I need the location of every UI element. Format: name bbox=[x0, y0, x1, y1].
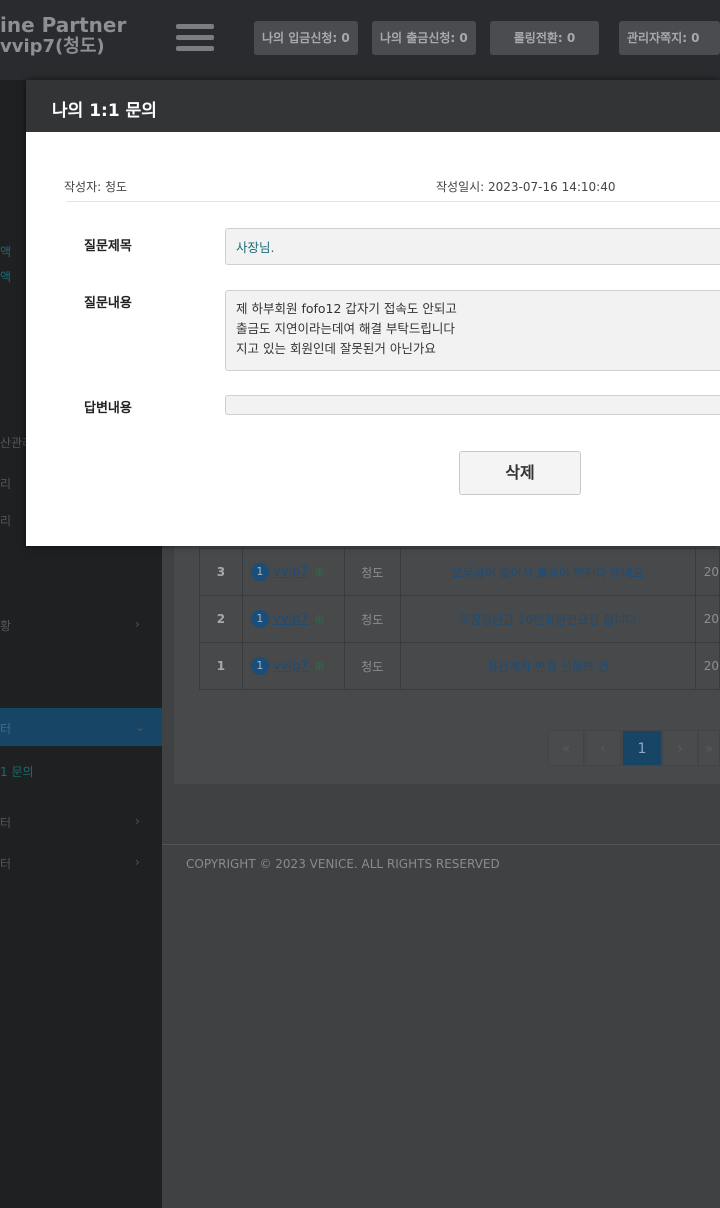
row-number: 3 bbox=[199, 548, 243, 596]
row-number: 1 bbox=[199, 642, 243, 690]
user-link[interactable]: vvip7 bbox=[273, 612, 309, 627]
menu-icon[interactable] bbox=[176, 24, 214, 52]
sidebar-item-inquiry[interactable]: 1 문의 bbox=[0, 763, 34, 780]
modal-title: 나의 1:1 문의 bbox=[52, 101, 157, 121]
pager-prev-button[interactable]: ‹ bbox=[585, 730, 621, 766]
content-field[interactable]: 제 하부회원 fofo12 갑자기 접속도 안되고 출금도 지연이라는데여 해결… bbox=[225, 290, 720, 371]
sidebar-item[interactable]: 터 bbox=[0, 814, 11, 831]
pager-next-button[interactable]: › bbox=[662, 730, 698, 766]
brand-user: vvip7(청도) bbox=[0, 36, 105, 57]
user-link[interactable]: vvip7 bbox=[273, 659, 309, 674]
chevron-right-icon: › bbox=[135, 617, 140, 631]
inquiry-date: 20 bbox=[694, 642, 720, 690]
chevron-right-icon: › bbox=[135, 814, 140, 828]
chevron-right-icon: › bbox=[135, 855, 140, 869]
table-row[interactable]: 2 1 vvip7 ⊕ 청도 죽장정산금 10만워환전요청 합니다 20 bbox=[199, 595, 720, 643]
delete-button[interactable]: 삭제 bbox=[459, 451, 581, 495]
my-deposit-request-button[interactable]: 나의 입금신청: 0 bbox=[254, 21, 358, 55]
inquiry-table: 3 1 vvip7 ⊕ 청도 보유금이 없어서 출금이 안된다 뜨네요 20 2 1… bbox=[199, 548, 720, 690]
lifebuoy-icon: ⊕ bbox=[314, 565, 325, 579]
user-link[interactable]: vvip7 bbox=[273, 565, 309, 580]
created-at: 작성일시: 2023-07-16 14:10:40 bbox=[436, 180, 616, 194]
level-badge: 1 bbox=[250, 610, 269, 628]
sidebar-item[interactable]: 터 bbox=[0, 855, 11, 872]
inquiry-title-link[interactable]: 보유금이 없어서 출금이 안된다 뜨네요 bbox=[399, 548, 696, 596]
answer-field[interactable] bbox=[225, 395, 720, 415]
writer-name: 청도 bbox=[343, 595, 401, 643]
chevron-down-icon: ⌄ bbox=[135, 720, 146, 734]
copyright: COPYRIGHT © 2023 VENICE. ALL RIGHTS RESE… bbox=[186, 857, 500, 871]
sidebar-item[interactable]: 액 bbox=[0, 268, 11, 285]
inquiry-title-link[interactable]: 죽장정산금 10만워환전요청 합니다 bbox=[399, 595, 696, 643]
writer-name: 청도 bbox=[343, 642, 401, 690]
content-line: 지고 있는 회원인데 잘못된거 아닌가요 bbox=[236, 341, 436, 356]
rolling-convert-button[interactable]: 롤링전환: 0 bbox=[490, 21, 599, 55]
sidebar-item[interactable]: 리 bbox=[0, 512, 11, 529]
lifebuoy-icon: ⊕ bbox=[314, 612, 325, 626]
divider bbox=[66, 201, 720, 202]
inquiry-date: 20 bbox=[694, 548, 720, 596]
brand: ine Partner vvip7(청도) bbox=[0, 14, 126, 58]
my-withdraw-request-button[interactable]: 나의 출금신청: 0 bbox=[372, 21, 476, 55]
content-label: 질문내용 bbox=[84, 296, 132, 311]
brand-title: ine Partner bbox=[0, 13, 127, 37]
sidebar-item[interactable]: 황 bbox=[0, 617, 11, 634]
inquiry-title-link[interactable]: 정산계좌 변경 신청의 건 bbox=[399, 642, 696, 690]
inquiry-date: 20 bbox=[694, 595, 720, 643]
level-badge: 1 bbox=[250, 657, 269, 675]
content-line: 제 하부회원 fofo12 갑자기 접속도 안되고 bbox=[236, 301, 457, 316]
pager-first-button[interactable]: « bbox=[548, 730, 584, 766]
sidebar-item[interactable]: 터 bbox=[0, 720, 11, 737]
sidebar-item[interactable]: 액 bbox=[0, 243, 11, 260]
inquiry-modal: 나의 1:1 문의 작성자: 청도 작성일시: 2023-07-16 14:10… bbox=[26, 80, 720, 546]
subject-field[interactable]: 사장님. bbox=[225, 228, 720, 265]
admin-message-button[interactable]: 관리자쪽지: 0 bbox=[619, 21, 720, 55]
table-row[interactable]: 1 1 vvip7 ⊕ 청도 정산계좌 변경 신청의 건 20 bbox=[199, 642, 720, 690]
pager-last-button[interactable]: » bbox=[698, 730, 720, 766]
content-line: 출금도 지연이라는데여 해결 부탁드립니다 bbox=[236, 321, 455, 336]
table-row[interactable]: 3 1 vvip7 ⊕ 청도 보유금이 없어서 출금이 안된다 뜨네요 20 bbox=[199, 548, 720, 596]
writer-name: 청도 bbox=[343, 548, 401, 596]
top-bar: ine Partner vvip7(청도) 나의 입금신청: 0 나의 출금신청… bbox=[0, 0, 720, 80]
answer-label: 답변내용 bbox=[84, 401, 132, 416]
lifebuoy-icon: ⊕ bbox=[314, 659, 325, 673]
level-badge: 1 bbox=[250, 563, 269, 581]
author: 작성자: 청도 bbox=[64, 180, 128, 194]
sidebar-item[interactable]: 리 bbox=[0, 475, 11, 492]
modal-header: 나의 1:1 문의 bbox=[26, 80, 720, 132]
footer-divider bbox=[162, 844, 720, 845]
subject-label: 질문제목 bbox=[84, 239, 132, 254]
pager-page-1[interactable]: 1 bbox=[622, 730, 662, 766]
row-number: 2 bbox=[199, 595, 243, 643]
